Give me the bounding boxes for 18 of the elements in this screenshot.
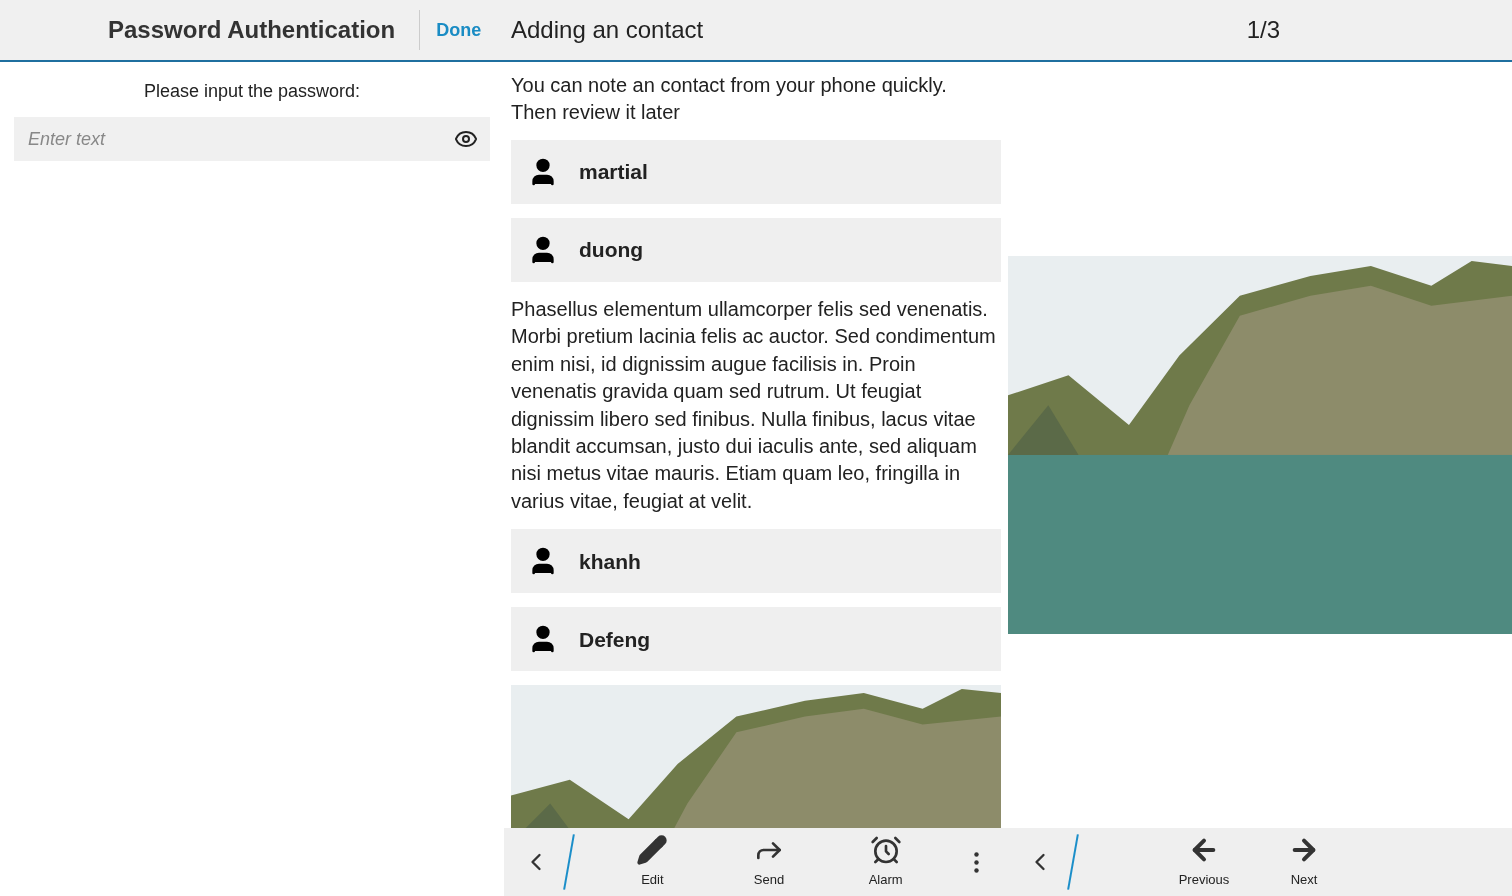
- pencil-icon: [636, 834, 669, 867]
- nav-button[interactable]: Previous: [1164, 834, 1244, 890]
- body-paragraph: Phasellus elementum ullamcorper felis sed venenatis. Morbi pretium lacinia felis ac auctor. Sed condimentum enim nisi, id dignissim augue facilisis in. Proin venenatis gravida quam sed rutrum. Ut feugiat dignissim libero sed finibus. Nulla finibus, lacus vitae blandit accumsan, justo dui iaculis ante, sed aliquam nisi metus vitae mauris. Etiam quam leo, fringilla in varius vitae, feugiat at velit.: [511, 297, 997, 514]
- window-title: Password Authentication: [108, 15, 396, 45]
- nav-button[interactable]: Next: [1264, 834, 1344, 890]
- intro-text: You can note an contact from your phone quickly. Then review it later: [511, 73, 948, 125]
- window-title: Adding an contact: [511, 15, 704, 45]
- action-button[interactable]: Alarm: [845, 834, 926, 890]
- contact-item[interactable]: khanh: [511, 529, 1001, 594]
- contact-item[interactable]: martial: [511, 140, 1001, 204]
- password-field[interactable]: Enter text: [14, 117, 490, 161]
- overflow-menu-icon: [973, 851, 979, 873]
- contact-item[interactable]: duong: [511, 218, 1001, 282]
- contact-item[interactable]: Defeng: [511, 607, 1001, 672]
- page-counter: 1/3: [1246, 15, 1280, 45]
- action-button[interactable]: Edit: [612, 834, 693, 890]
- action-button[interactable]: Send: [729, 834, 809, 890]
- password-prompt: Please input the password:: [142, 80, 362, 103]
